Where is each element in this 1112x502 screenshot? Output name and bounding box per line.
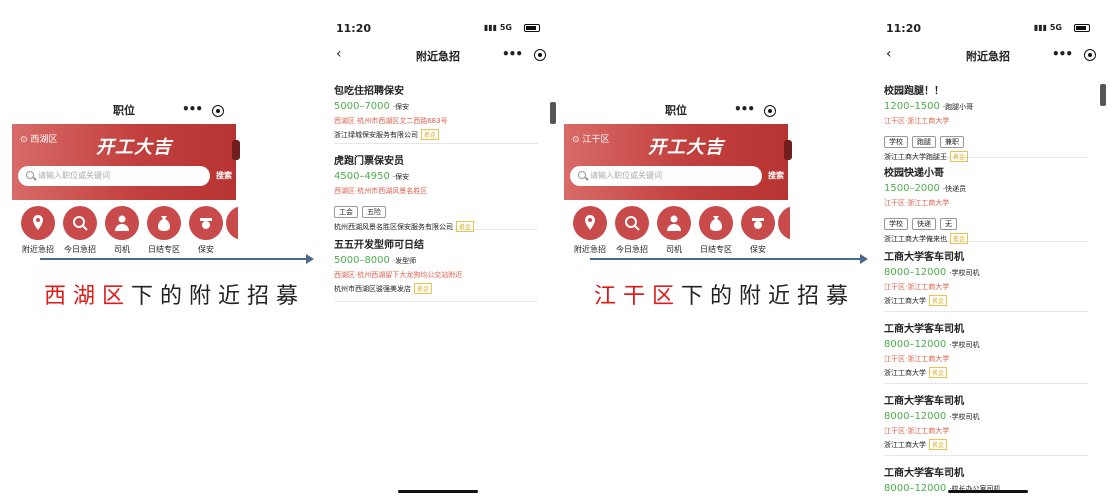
job-card[interactable]: 工商大学客车司机 8000–12000 ·学校司机 江干区·浙江工商大学 浙江工商… [884,248,1088,312]
category-row: 附近急招 今日急招 司机 日结专区 保安 [564,206,790,258]
left-nearby-jobs-screen: 11:20 ▮▮▮ 5G ‹ 附近急招 ••• 包吃住招聘保安 5000–700… [326,18,556,502]
job-card[interactable]: 工商大学客车司机 8000–12000 ·学校司机 江干区·浙江工商大学 浙江工商… [884,320,1088,384]
job-card[interactable]: 校园快递小哥 1500–2000 ·快递员 江干区·浙江工商大学 学校 快递无 浙江… [884,164,1088,244]
status-bar: 11:20 ▮▮▮ 5G [326,18,550,42]
right-nearby-jobs-screen: 11:20 ▮▮▮ 5G ‹ 附近急招 ••• 校园跑腿！！ 1200–1500… [876,18,1106,502]
banner-text: 开工大吉 [648,137,724,158]
nav-bar: ‹ 附近急招 ••• [876,42,1100,70]
record-icon[interactable] [534,49,546,61]
right-caption: 江干区下的附近招募 [594,284,856,309]
banner-text: 开工大吉 [96,137,172,158]
category-nearby-urgent[interactable]: 附近急招 [18,206,58,255]
category-security[interactable]: 保安 [186,206,226,255]
search-button[interactable]: 搜索 [216,170,232,181]
home-indicator [948,490,1028,493]
category-more[interactable] [226,206,238,240]
left-caption: 西湖区下的附近招募 [44,284,306,309]
search-input[interactable]: 请输入职位或关键词 [18,166,210,186]
more-icon[interactable]: ••• [734,102,755,116]
more-icon[interactable]: ••• [182,102,203,116]
job-card[interactable]: 工商大学客车司机 8000–12000 ·学校司机 江干区·浙江工商大学 浙江工商… [884,392,1088,456]
page-title: 职位 [665,104,687,117]
category-nearby-urgent[interactable]: 附近急招 [570,206,610,255]
record-icon[interactable] [1084,49,1096,61]
left-arrow [40,254,314,264]
location-selector[interactable]: ⊙ 江干区 [572,132,609,145]
status-bar: 11:20 ▮▮▮ 5G [876,18,1100,42]
banner: ⊙ 江干区 开工大吉 请输入职位或关键词 搜索 [564,124,792,200]
more-icon[interactable]: ••• [1052,47,1073,61]
job-card[interactable]: 五五开发型师可日结 5000–8000 ·发型师 西湖区·杭州西湖留下大龙狗均公交… [334,236,538,302]
search-icon [26,171,34,179]
category-daily-pay[interactable]: 日结专区 [144,206,184,255]
record-icon[interactable] [212,105,224,117]
more-icon[interactable]: ••• [502,47,523,61]
category-today-urgent[interactable]: 今日急招 [612,206,652,255]
job-card[interactable]: 虎跑门票保安员 4500–4950 ·保安 西湖区·杭州市西湖风景名胜区 工会 五险… [334,152,538,232]
search-input[interactable]: 请输入职位或关键词 [570,166,762,186]
right-arrow [590,254,868,264]
job-card[interactable]: 包吃住招聘保安 5000–7000 ·保安 西湖区·杭州市西湖区文二西路683号 … [334,82,538,144]
category-row: 附近急招 今日急招 司机 日结专区 保安 [12,206,238,258]
banner-edge [232,140,240,160]
category-daily-pay[interactable]: 日结专区 [696,206,736,255]
left-job-home-panel: 职位 ••• ⊙ 西湖区 开工大吉 请输入职位或关键词 搜索 附近急招 今日急招… [12,98,240,258]
job-card[interactable]: 工商大学客车司机 8000–12000 ·校长办公室司机 [884,464,1088,500]
nav-bar: ‹ 附近急招 ••• [326,42,550,70]
category-security[interactable]: 保安 [738,206,778,255]
banner: ⊙ 西湖区 开工大吉 请输入职位或关键词 搜索 [12,124,240,200]
category-driver[interactable]: 司机 [654,206,694,255]
signal-icon: ▮▮▮ [1033,23,1050,32]
battery-icon [1074,24,1090,32]
scrollbar[interactable] [1100,84,1106,106]
signal-icon: ▮▮▮ [483,23,500,32]
job-card[interactable]: 校园跑腿！！ 1200–1500 ·跑腿小哥 江干区·浙江工商大学 学校 跑腿 兼职 … [884,82,1088,162]
category-driver[interactable]: 司机 [102,206,142,255]
search-icon [578,171,586,179]
right-job-home-panel: 职位 ••• ⊙ 江干区 开工大吉 请输入职位或关键词 搜索 附近急招 今日急招… [564,98,792,258]
banner-edge [784,140,792,160]
category-more[interactable] [778,206,790,240]
location-selector[interactable]: ⊙ 西湖区 [20,132,57,145]
battery-icon [524,24,540,32]
category-today-urgent[interactable]: 今日急招 [60,206,100,255]
scrollbar[interactable] [550,102,556,124]
page-title: 职位 [113,104,135,117]
record-icon[interactable] [764,105,776,117]
search-button[interactable]: 搜索 [768,170,784,181]
home-indicator [398,490,478,493]
